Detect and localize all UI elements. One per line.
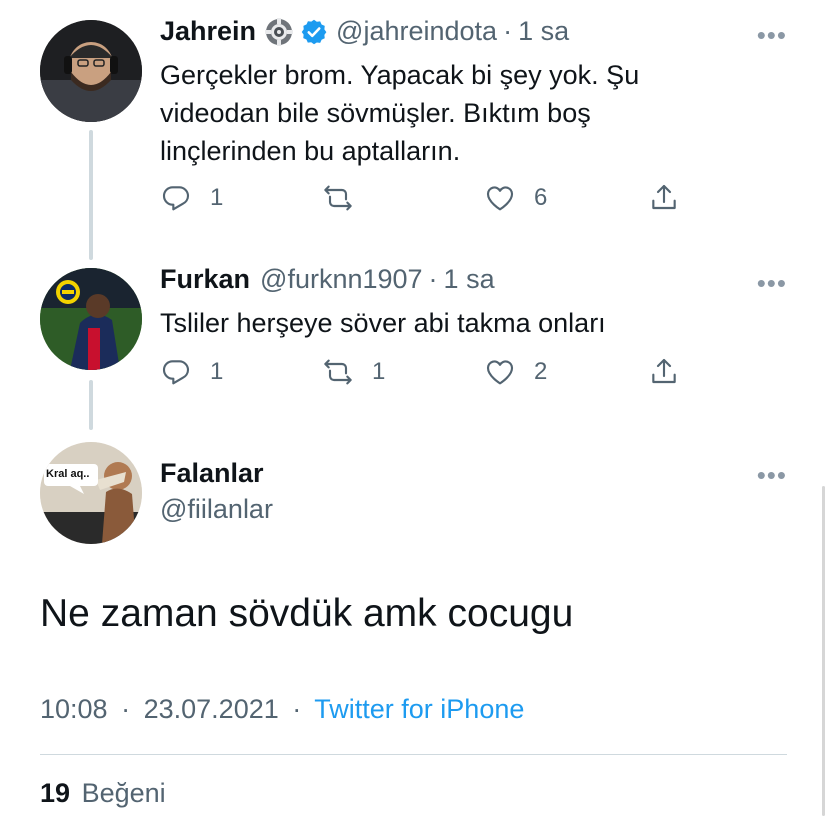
reply-button[interactable]: 1 — [160, 182, 223, 214]
separator: · — [428, 264, 438, 294]
tweet-date[interactable]: 23.07.2021 — [144, 694, 279, 724]
like-icon — [486, 360, 514, 385]
tweet-time[interactable]: 10:08 — [40, 694, 108, 724]
likes-stat[interactable]: 19 Beğeni — [40, 778, 166, 809]
handle[interactable]: @jahreindota — [336, 16, 497, 47]
like-button[interactable]: 2 — [484, 356, 547, 388]
share-icon — [652, 358, 676, 384]
like-button[interactable]: 6 — [484, 182, 547, 214]
reply-count: 1 — [210, 358, 224, 385]
scrollbar[interactable] — [822, 486, 825, 816]
tweet-text: Tsliler herşeye söver abi takma onları — [160, 308, 606, 338]
gear-badge-icon — [264, 17, 294, 47]
avatar[interactable] — [40, 268, 142, 370]
share-icon — [652, 184, 676, 210]
avatar[interactable]: Kral aq.. — [40, 442, 142, 544]
more-icon[interactable]: ••• — [757, 20, 787, 51]
divider — [40, 754, 787, 755]
display-name[interactable]: Jahrein — [160, 16, 256, 47]
share-button[interactable] — [648, 182, 680, 214]
display-name[interactable]: Falanlar — [160, 458, 264, 489]
retweet-icon — [324, 185, 352, 211]
retweet-button[interactable] — [322, 182, 372, 214]
main-tweet-text: Ne zaman sövdük amk cocugu — [40, 592, 574, 635]
likes-label: Beğeni — [81, 778, 166, 808]
like-icon — [486, 186, 514, 211]
timestamp[interactable]: 1 sa — [518, 16, 569, 47]
reply-count: 1 — [210, 184, 224, 211]
separator: · — [121, 694, 131, 724]
like-count: 6 — [534, 184, 548, 211]
share-button[interactable] — [648, 356, 680, 388]
tweet-header: Jahrein @jahreindota · 1 sa — [160, 16, 569, 47]
handle[interactable]: @fiilanlar — [160, 494, 273, 525]
display-name[interactable]: Furkan — [160, 264, 250, 295]
more-icon[interactable]: ••• — [757, 460, 787, 491]
thread-line-2 — [89, 380, 93, 430]
timestamp[interactable]: 1 sa — [444, 264, 495, 295]
handle[interactable]: @furknn1907 — [260, 264, 423, 295]
avatar[interactable] — [40, 20, 142, 122]
tweet-meta: 10:08 · 23.07.2021 · Twitter for iPhone — [40, 694, 524, 725]
retweet-button[interactable]: 1 — [322, 356, 385, 388]
retweet-count: 1 — [372, 358, 386, 385]
likes-count: 19 — [40, 778, 71, 808]
tweet-source-link[interactable]: Twitter for iPhone — [314, 694, 524, 724]
like-count: 2 — [534, 358, 548, 385]
reply-icon — [162, 360, 190, 385]
tweet-text: Gerçekler brom. Yapacak bi şey yok. Şu v… — [160, 60, 640, 166]
verified-icon — [300, 18, 328, 46]
reply-button[interactable]: 1 — [160, 356, 223, 388]
tweet-header: Furkan @furknn1907 · 1 sa — [160, 264, 495, 295]
retweet-icon — [324, 359, 352, 385]
separator: · — [503, 16, 513, 46]
reply-icon — [162, 186, 190, 211]
thread-line-1 — [89, 130, 93, 260]
more-icon[interactable]: ••• — [757, 268, 787, 299]
avatar-caption: Kral aq.. — [46, 468, 90, 480]
separator: · — [292, 694, 302, 724]
